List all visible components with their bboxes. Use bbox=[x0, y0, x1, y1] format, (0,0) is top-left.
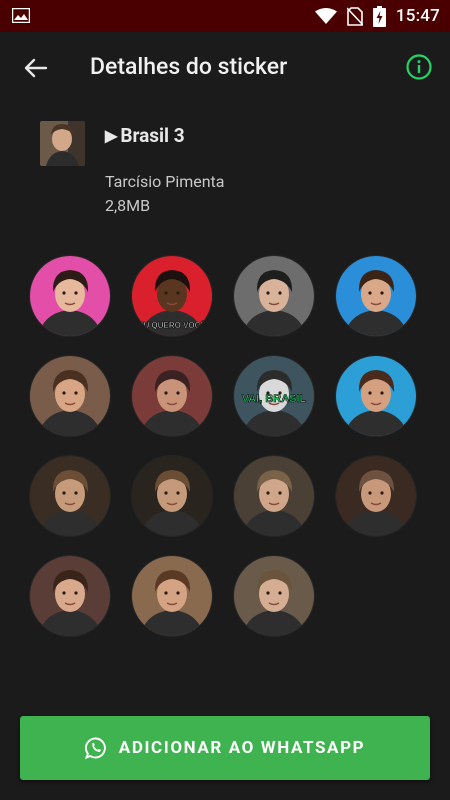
sticker-image bbox=[336, 256, 416, 336]
sticker-image bbox=[234, 256, 314, 336]
sticker-item[interactable] bbox=[30, 356, 110, 436]
add-button-label: ADICIONAR AO WHATSAPP bbox=[118, 738, 366, 758]
sticker-image bbox=[132, 356, 212, 436]
sticker-item[interactable] bbox=[336, 356, 416, 436]
sticker-item[interactable] bbox=[132, 556, 212, 636]
sticker-item[interactable] bbox=[132, 356, 212, 436]
sticker-item[interactable] bbox=[234, 556, 314, 636]
sticker-image bbox=[336, 456, 416, 536]
info-icon[interactable] bbox=[406, 54, 432, 80]
sticker-image bbox=[234, 556, 314, 636]
sticker-item[interactable]: VAI, BRASIL bbox=[234, 356, 314, 436]
sticker-item[interactable] bbox=[234, 456, 314, 536]
sticker-image bbox=[30, 356, 110, 436]
sticker-image bbox=[132, 456, 212, 536]
sticker-image bbox=[30, 556, 110, 636]
pack-size: 2,8MB bbox=[105, 196, 151, 215]
play-icon: ▶ bbox=[105, 126, 118, 145]
pack-name-label: Brasil 3 bbox=[120, 124, 185, 147]
pack-author: Tarcísio Pimenta bbox=[105, 172, 225, 191]
sticker-image: EU QUERO VOCÊ bbox=[132, 256, 212, 336]
sticker-item[interactable] bbox=[30, 556, 110, 636]
pack-tray-image bbox=[40, 121, 85, 166]
sticker-caption: VAI, BRASIL bbox=[242, 393, 307, 405]
add-to-whatsapp-button[interactable]: ADICIONAR AO WHATSAPP bbox=[20, 716, 430, 780]
sticker-item[interactable] bbox=[30, 456, 110, 536]
sticker-item[interactable] bbox=[132, 456, 212, 536]
status-time: 15:47 bbox=[395, 6, 440, 26]
sticker-image bbox=[30, 256, 110, 336]
no-sim-icon bbox=[346, 6, 363, 26]
sticker-item[interactable]: EU QUERO VOCÊ bbox=[132, 256, 212, 336]
arrow-left-icon[interactable] bbox=[20, 53, 50, 83]
sticker-caption: EU QUERO VOCÊ bbox=[138, 321, 206, 330]
sticker-image bbox=[132, 556, 212, 636]
sticker-item[interactable] bbox=[336, 256, 416, 336]
status-right: 15:47 bbox=[314, 0, 440, 32]
sticker-item[interactable] bbox=[30, 256, 110, 336]
sticker-image bbox=[30, 456, 110, 536]
whatsapp-icon bbox=[84, 737, 106, 759]
wifi-icon bbox=[314, 7, 337, 24]
sticker-grid: EU QUERO VOCÊ VAI, BRASIL bbox=[30, 256, 430, 636]
sticker-item[interactable] bbox=[234, 256, 314, 336]
toolbar: Detalhes do sticker bbox=[0, 32, 450, 102]
pack-name: ▶ Brasil 3 bbox=[105, 124, 185, 147]
sticker-image: VAI, BRASIL bbox=[234, 356, 314, 436]
image-icon bbox=[12, 8, 30, 23]
sticker-image bbox=[234, 456, 314, 536]
sticker-image bbox=[336, 356, 416, 436]
page-title: Detalhes do sticker bbox=[90, 53, 288, 80]
status-bar: 15:47 bbox=[0, 0, 450, 32]
sticker-item[interactable] bbox=[336, 456, 416, 536]
battery-charging-icon bbox=[372, 5, 386, 27]
